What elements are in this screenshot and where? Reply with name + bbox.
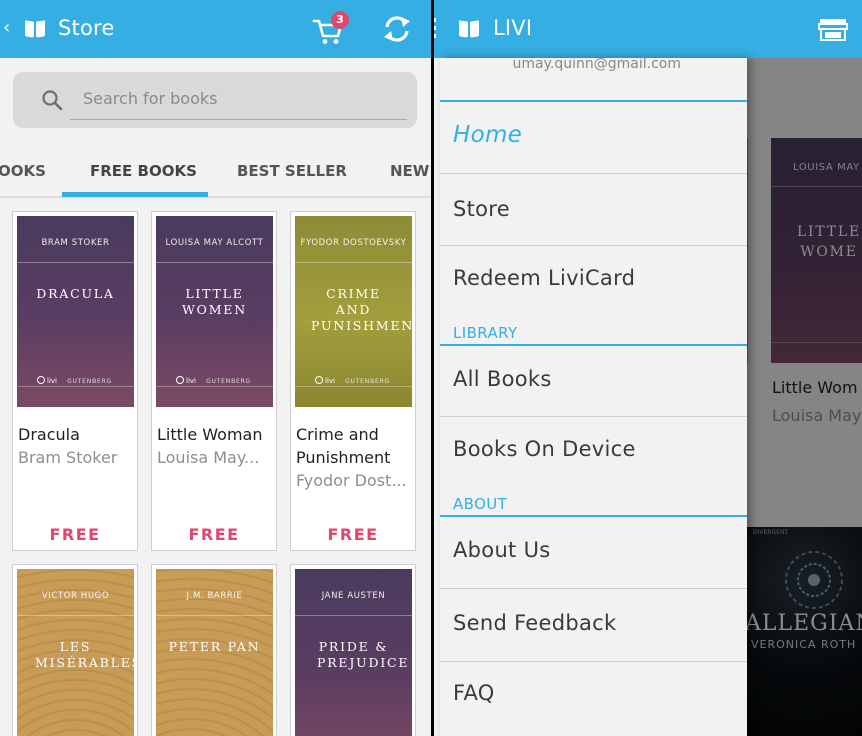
livi-logo-icon: livi (315, 376, 335, 385)
cover-title: CRIME AND PUNISHMENT (311, 286, 412, 333)
category-tabs: OOKS FREE BOOKS BEST SELLER NEW R (0, 142, 431, 198)
search-box[interactable]: Search for books (13, 72, 417, 128)
nav-item-store[interactable]: Store (453, 197, 510, 221)
sync-icon[interactable] (381, 13, 413, 45)
book-title: Little Woman (157, 425, 263, 444)
cover-author: LOUISA MAY ALCOTT (165, 238, 264, 248)
book-author: Louisa May... (157, 448, 260, 467)
book-card-pride-and-prejudice[interactable]: JANE AUSTEN PRIDE & PREJUDICE (290, 564, 416, 736)
book-title: Crime and (296, 425, 379, 444)
nav-item-send-feedback[interactable]: Send Feedback (453, 611, 616, 635)
section-divider (440, 515, 747, 517)
section-header-about: ABOUT (453, 495, 508, 513)
cover-author: FYODOR DOSTOEVSKY (300, 238, 407, 248)
cover-divider (156, 615, 273, 616)
book-author: Fyodor Dost... (296, 471, 407, 490)
section-divider (440, 344, 747, 346)
store-icon[interactable] (818, 16, 848, 42)
cover-divider (17, 262, 134, 263)
cover-footer-line (156, 386, 273, 387)
cover-author: BRAM STOKER (41, 238, 110, 248)
book-price: FREE (188, 525, 240, 544)
livi-logo-icon: livi (176, 376, 196, 385)
cover-author: JANE AUSTEN (321, 591, 386, 601)
nav-item-about-us[interactable]: About Us (453, 538, 550, 562)
account-email: umay.quinn@gmail.com (512, 56, 681, 72)
search-icon (42, 90, 63, 111)
search-underline (70, 119, 407, 120)
divider (440, 173, 747, 174)
book-title: Dracula (18, 425, 80, 444)
divider (440, 588, 747, 589)
tab-free-books[interactable]: FREE BOOKS (90, 162, 197, 180)
nav-item-books-on-device[interactable]: Books On Device (453, 437, 636, 461)
book-cover: LOUISA MAY ALCOTT LITTLE WOMEN livi GUTE… (156, 216, 273, 407)
cover-footer-line (295, 386, 412, 387)
divider (440, 661, 747, 662)
nav-item-redeem-livicard[interactable]: Redeem LiviCard (453, 266, 635, 290)
cover-title: LITTLE WOMEN (182, 286, 247, 317)
drawer-toggle-icon[interactable] (434, 18, 436, 38)
app-bar-title: Store (58, 16, 115, 40)
cover-title: LES MISÉRABLES (35, 639, 134, 670)
cover-divider (156, 262, 273, 263)
cover-title: PRIDE & PREJUDICE (317, 639, 410, 670)
cover-divider (17, 615, 134, 616)
book-price: FREE (49, 525, 101, 544)
cover-publisher: GUTENBERG (67, 378, 112, 385)
book-card-peter-pan[interactable]: J.M. BARRIE PETER PAN (151, 564, 277, 736)
app-bar-title: LIVI (493, 16, 533, 40)
book-cover: JANE AUSTEN PRIDE & PREJUDICE (295, 569, 412, 736)
book-price: FREE (327, 525, 379, 544)
cover-divider (295, 262, 412, 263)
header-divider (440, 100, 747, 102)
cover-divider (295, 615, 412, 616)
tab-books[interactable]: OOKS (0, 162, 46, 180)
scrim[interactable] (747, 58, 862, 736)
cover-author: J.M. BARRIE (186, 591, 243, 601)
divider (440, 416, 747, 417)
livi-logo-icon: livi (37, 376, 57, 385)
book-card-les-miserables[interactable]: VICTOR HUGO LES MISÉRABLES (12, 564, 138, 736)
search-input[interactable]: Search for books (83, 89, 217, 108)
cart-button[interactable]: 3 (312, 11, 352, 48)
nav-item-home[interactable]: Home (453, 122, 522, 148)
book-card-little-woman[interactable]: LOUISA MAY ALCOTT LITTLE WOMEN livi GUTE… (151, 211, 277, 551)
cover-author: VICTOR HUGO (41, 591, 110, 601)
book-cover: FYODOR DOSTOEVSKY CRIME AND PUNISHMENT l… (295, 216, 412, 407)
divider (440, 245, 747, 246)
book-logo-icon[interactable] (459, 21, 479, 37)
active-tab-indicator (62, 192, 208, 197)
livi-app-bar: LIVI (434, 0, 862, 58)
back-chevron-icon[interactable]: ‹ (3, 17, 10, 38)
book-cover: J.M. BARRIE PETER PAN (156, 569, 273, 736)
cover-publisher: GUTENBERG (345, 378, 390, 385)
section-header-library: LIBRARY (453, 324, 518, 342)
book-logo-icon[interactable] (25, 21, 45, 37)
book-card-crime-and-punishment[interactable]: FYODOR DOSTOEVSKY CRIME AND PUNISHMENT l… (290, 211, 416, 551)
cover-publisher: GUTENBERG (206, 378, 251, 385)
book-title-line2: Punishment (296, 448, 391, 467)
navigation-drawer: umay.quinn@gmail.com Home Store Redeem L… (440, 56, 747, 736)
book-cover: BRAM STOKER DRACULA livi GUTENBERG (17, 216, 134, 407)
cover-title: PETER PAN (168, 639, 261, 654)
tab-new-releases[interactable]: NEW R (390, 162, 431, 180)
nav-item-faq[interactable]: FAQ (453, 681, 495, 705)
cover-footer-line (17, 386, 134, 387)
nav-item-all-books[interactable]: All Books (453, 367, 552, 391)
book-cover: VICTOR HUGO LES MISÉRABLES (17, 569, 134, 736)
store-screen: ‹ Store 3 Search for books OOKS FREE BOO… (0, 0, 431, 736)
book-author: Bram Stoker (18, 448, 118, 467)
cart-count-badge: 3 (331, 11, 349, 29)
store-app-bar: ‹ Store 3 (0, 0, 431, 58)
navigation-drawer-screen: LOUISA MAY A LITTLE WOME Little Wom Loui… (434, 0, 862, 736)
cover-title: DRACULA (36, 286, 115, 301)
tab-best-seller[interactable]: BEST SELLER (237, 162, 347, 180)
book-card-dracula[interactable]: BRAM STOKER DRACULA livi GUTENBERG Dracu… (12, 211, 138, 551)
